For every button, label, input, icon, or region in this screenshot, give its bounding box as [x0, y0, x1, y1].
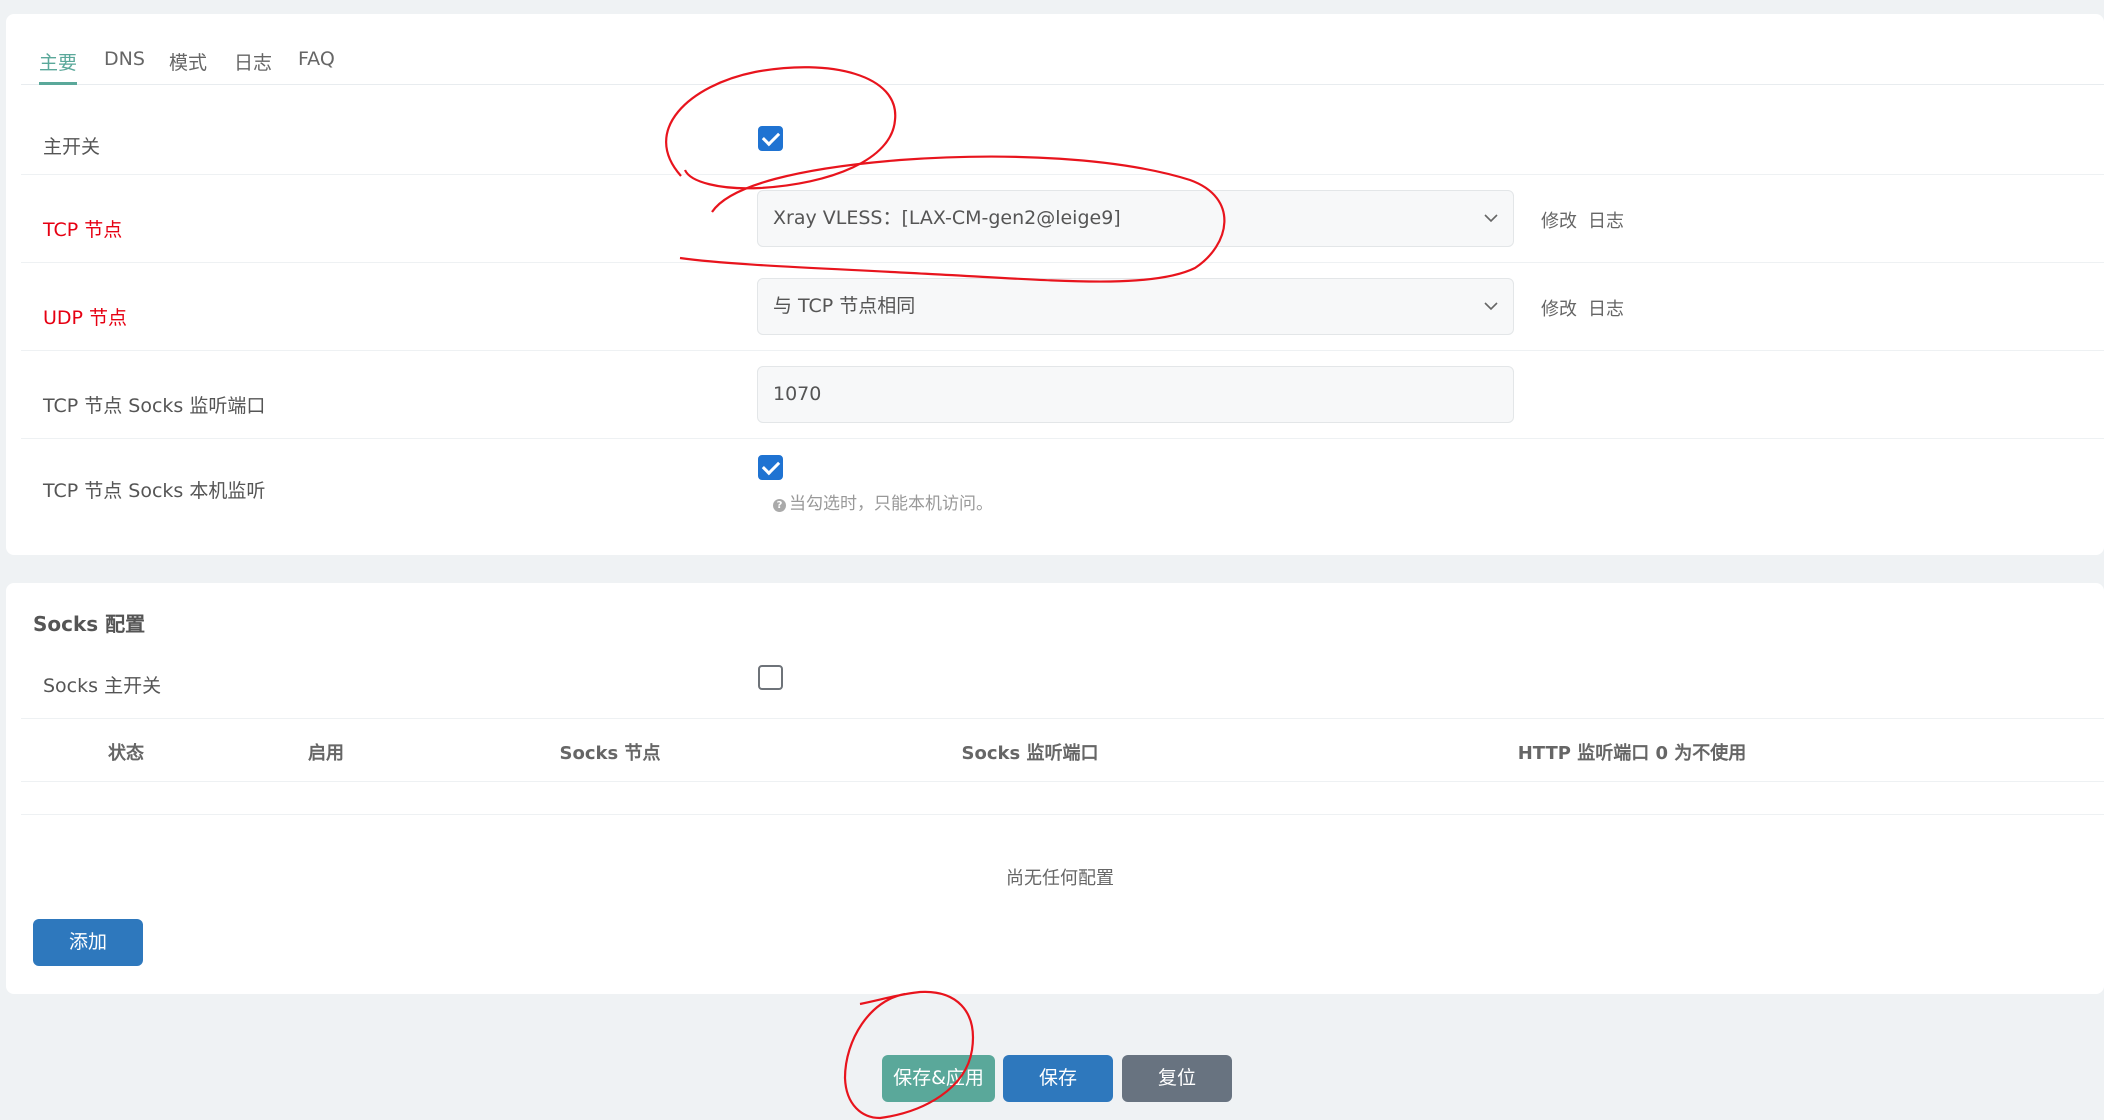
udp-node-log-link[interactable]: 日志: [1588, 295, 1624, 321]
tcp-node-value: Xray VLESS：[LAX-CM-gen2@leige9]: [773, 207, 1121, 229]
tab-bar: 主要 DNS 模式 日志 FAQ: [21, 14, 2104, 85]
master-switch-checkbox[interactable]: [758, 126, 783, 151]
socks-config-panel: Socks 配置 Socks 主开关 状态 启用 Socks 节点 Socks …: [6, 583, 2104, 994]
tcp-node-row: TCP 节点 Xray VLESS：[LAX-CM-gen2@leige9] 修…: [21, 175, 2104, 263]
tab-log[interactable]: 日志: [234, 48, 272, 75]
tcp-node-label: TCP 节点: [43, 219, 123, 241]
chevron-down-icon: [1484, 214, 1498, 223]
udp-node-edit-link[interactable]: 修改: [1541, 295, 1577, 321]
tcp-node-log-link[interactable]: 日志: [1588, 207, 1624, 233]
socks-port-label: TCP 节点 Socks 监听端口: [43, 395, 266, 417]
socks-port-row: TCP 节点 Socks 监听端口 1070: [21, 351, 2104, 439]
tab-dns[interactable]: DNS: [104, 48, 145, 70]
tab-faq[interactable]: FAQ: [298, 48, 335, 70]
tab-mode[interactable]: 模式: [169, 48, 207, 75]
column-header-status: 状态: [108, 743, 144, 764]
empty-table-message: 尚无任何配置: [1006, 868, 1114, 889]
tab-main[interactable]: 主要: [39, 48, 77, 75]
tcp-node-edit-link[interactable]: 修改: [1541, 207, 1577, 233]
tcp-node-select[interactable]: Xray VLESS：[LAX-CM-gen2@leige9]: [757, 190, 1514, 247]
help-icon: ?: [773, 499, 786, 512]
socks-switch-row: Socks 主开关: [21, 641, 2104, 719]
socks-local-hint: ? 当勾选时，只能本机访问。: [773, 489, 993, 514]
socks-local-row: TCP 节点 Socks 本机监听 ? 当勾选时，只能本机访问。: [21, 439, 2104, 555]
save-apply-button[interactable]: 保存&应用: [882, 1055, 995, 1102]
udp-node-label: UDP 节点: [43, 307, 128, 329]
udp-node-row: UDP 节点 与 TCP 节点相同 修改 日志: [21, 263, 2104, 351]
save-button[interactable]: 保存: [1003, 1055, 1113, 1102]
socks-switch-checkbox[interactable]: [758, 665, 783, 690]
socks-table-header: 状态 启用 Socks 节点 Socks 监听端口 HTTP 监听端口 0 为不…: [21, 719, 2104, 782]
master-switch-row: 主开关: [21, 85, 2104, 175]
socks-local-checkbox[interactable]: [758, 455, 783, 480]
socks-section-title: Socks 配置: [33, 612, 146, 636]
main-settings-panel: 主要 DNS 模式 日志 FAQ 主开关 TCP 节点 Xray VLESS：[…: [6, 14, 2104, 555]
master-switch-label: 主开关: [43, 136, 101, 158]
column-header-http-port: HTTP 监听端口 0 为不使用: [1517, 743, 1747, 764]
column-header-socks-node: Socks 节点: [559, 743, 661, 764]
column-header-socks-port: Socks 监听端口: [961, 743, 1099, 764]
socks-switch-label: Socks 主开关: [43, 675, 162, 697]
reset-button[interactable]: 复位: [1122, 1055, 1232, 1102]
chevron-down-icon: [1484, 302, 1498, 311]
socks-port-input[interactable]: 1070: [757, 366, 1514, 423]
socks-local-label: TCP 节点 Socks 本机监听: [43, 480, 266, 502]
socks-local-hint-text: 当勾选时，只能本机访问。: [789, 494, 993, 514]
socks-table-spacer-row: [21, 782, 2104, 815]
add-button[interactable]: 添加: [33, 919, 143, 966]
udp-node-select[interactable]: 与 TCP 节点相同: [757, 278, 1514, 335]
column-header-enabled: 启用: [308, 743, 344, 764]
udp-node-value: 与 TCP 节点相同: [773, 295, 916, 317]
